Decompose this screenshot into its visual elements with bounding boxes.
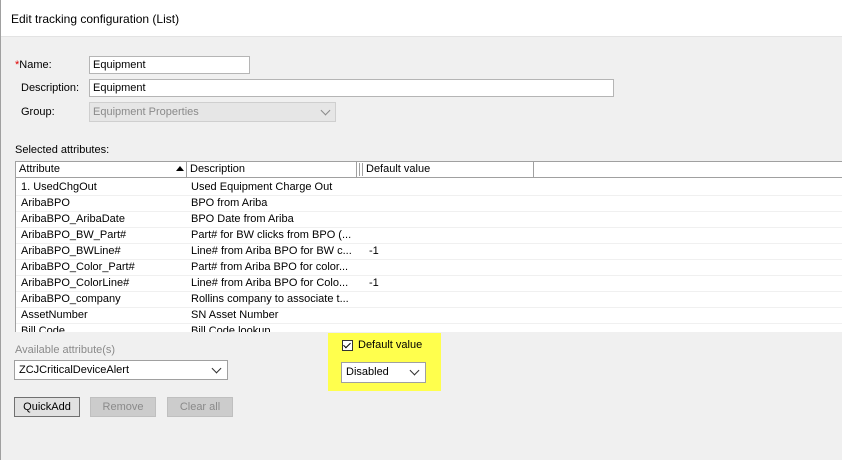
cell-default-value: -1 [369,245,379,257]
cell-default-value [369,179,529,195]
cell-description: BPO from Ariba [191,197,268,209]
selected-attributes-grid[interactable]: Attribute Description Default value 1. U… [15,161,842,332]
grid-header: Attribute Description Default value [16,162,842,178]
table-row[interactable]: AribaBPO_Color_Part# Part# from Ariba BP… [16,259,842,276]
cell-default-value [369,307,529,323]
column-header-default-value[interactable]: Default value [363,162,534,177]
table-row[interactable]: AribaBPO_AribaDate BPO Date from Ariba [16,211,842,228]
table-row[interactable]: Bill Code Bill Code lookup [16,323,842,332]
column-header-attribute[interactable]: Attribute [16,162,187,177]
cell-attribute: 1. UsedChgOut [21,181,97,193]
cell-attribute: AssetNumber [21,309,88,321]
available-attributes-label: Available attribute(s) [15,344,116,356]
available-attributes-value: ZCJCriticalDeviceAlert [19,364,130,376]
chevron-down-icon [320,105,331,116]
cell-attribute: AribaBPO_ColorLine# [21,277,130,289]
sort-ascending-icon [176,166,184,171]
selected-attributes-label: Selected attributes: [15,144,110,156]
cell-description: SN Asset Number [191,309,279,321]
cell-default-value: -1 [369,277,379,289]
column-resizer[interactable] [359,163,360,176]
group-select-value: Equipment Properties [93,106,199,118]
chevron-down-icon [211,363,222,374]
cell-description: Used Equipment Charge Out [191,181,333,193]
cell-default-value [369,211,529,227]
cell-default-value [369,195,529,211]
cell-attribute: AribaBPO [21,197,70,209]
cell-description: Line# from Ariba BPO for BW c... [191,245,352,257]
table-row[interactable]: AssetNumber SN Asset Number [16,307,842,324]
window-title: Edit tracking configuration (List) [11,12,180,26]
group-select: Equipment Properties [89,102,336,122]
cell-description: BPO Date from Ariba [191,213,294,225]
table-row[interactable]: AribaBPO_company Rollins company to asso… [16,291,842,308]
default-value-select[interactable]: Disabled [341,362,426,383]
default-value-select-value: Disabled [346,366,389,378]
checkmark-icon [343,340,351,349]
default-value-checkbox[interactable] [342,340,353,351]
description-input[interactable]: Equipment [89,79,614,97]
description-label: Description: [21,82,80,94]
cell-attribute: Bill Code [21,325,66,332]
name-label: *Name: [15,59,52,71]
quickadd-button[interactable]: QuickAdd [14,397,80,417]
cell-default-value [369,323,529,332]
table-row[interactable]: AribaBPO_ColorLine# Line# from Ariba BPO… [16,275,842,292]
remove-button[interactable]: Remove [90,397,156,417]
cell-attribute: AribaBPO_AribaDate [21,213,125,225]
table-row[interactable]: AribaBPO_BW_Part# Part# for BW clicks fr… [16,227,842,244]
cell-description: Rollins company to associate t... [191,293,349,305]
group-label: Group: [21,106,55,118]
column-header-description[interactable]: Description [187,162,357,177]
table-row[interactable]: 1. UsedChgOut Used Equipment Charge Out [16,179,842,196]
table-row[interactable]: AribaBPO_BWLine# Line# from Ariba BPO fo… [16,243,842,260]
cell-description: Part# from Ariba BPO for color... [191,261,349,273]
cell-default-value [369,291,529,307]
default-value-label[interactable]: Default value [358,339,422,351]
clear-all-button[interactable]: Clear all [167,397,233,417]
cell-default-value [369,227,529,243]
chevron-down-icon [409,365,420,376]
table-row[interactable]: AribaBPO BPO from Ariba [16,195,842,212]
cell-attribute: AribaBPO_BW_Part# [21,229,127,241]
cell-description: Bill Code lookup [191,325,271,332]
name-input[interactable]: Equipment [89,56,250,74]
available-attributes-select[interactable]: ZCJCriticalDeviceAlert [14,360,228,380]
cell-attribute: AribaBPO_Color_Part# [21,261,135,273]
cell-description: Line# from Ariba BPO for Colo... [191,277,349,289]
cell-default-value [369,259,529,275]
cell-attribute: AribaBPO_BWLine# [21,245,121,257]
cell-attribute: AribaBPO_company [21,293,121,305]
cell-description: Part# for BW clicks from BPO (... [191,229,352,241]
dialog-window: Edit tracking configuration (List) *Name… [0,0,842,460]
title-bar: Edit tracking configuration (List) [1,0,842,37]
